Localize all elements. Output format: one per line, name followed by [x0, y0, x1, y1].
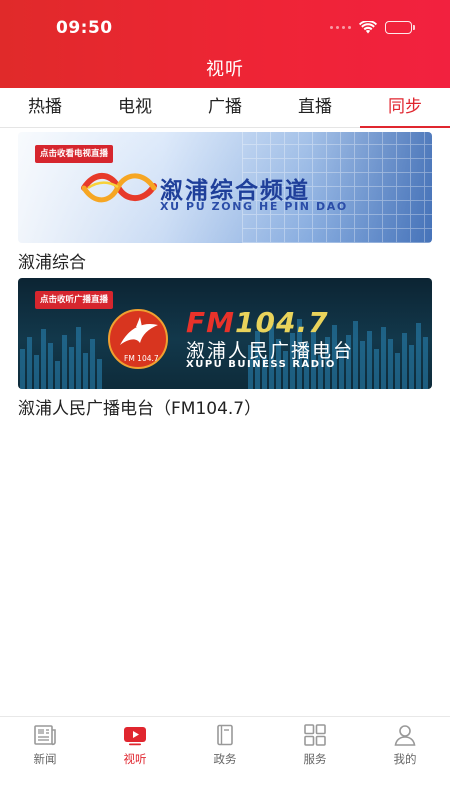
channel-logo-icon — [81, 172, 157, 203]
radio-channel-banner[interactable]: 点击收听广播直播 FM 104.7 FM104.7 溆浦人民广播电台 XUPU … — [18, 278, 432, 389]
status-time: 09:50 — [56, 18, 113, 38]
nav-news[interactable]: 新闻 — [0, 717, 90, 800]
page-title: 视听 — [206, 59, 244, 80]
tab-sync[interactable]: 同步 — [360, 88, 450, 128]
category-tabs: 热播 电视 广播 直播 同步 — [0, 88, 450, 128]
newspaper-icon — [34, 725, 56, 746]
radio-channel-label: 溆浦人民广播电台（FM104.7） — [18, 399, 262, 419]
radio-banner-subtitle: XUPU BUINESS RADIO — [186, 359, 336, 370]
nav-government[interactable]: 政务 — [180, 717, 270, 800]
nav-government-label: 政务 — [213, 752, 237, 766]
tab-live[interactable]: 直播 — [270, 88, 360, 127]
tv-channel-label: 溆浦综合 — [18, 253, 86, 273]
grid-icon — [304, 724, 326, 746]
channel-card-tv[interactable]: 点击收看电视直播 溆浦综合频道 XU PU ZONG HE PIN DAO 溆浦… — [18, 132, 432, 274]
channel-list: 点击收看电视直播 溆浦综合频道 XU PU ZONG HE PIN DAO 溆浦… — [18, 132, 432, 424]
nav-news-label: 新闻 — [33, 752, 57, 766]
status-icons — [330, 21, 415, 34]
tab-radio[interactable]: 广播 — [180, 88, 270, 127]
tv-channel-banner[interactable]: 点击收看电视直播 溆浦综合频道 XU PU ZONG HE PIN DAO — [18, 132, 432, 243]
battery-icon — [385, 21, 415, 34]
app-header: 09:50 视听 — [0, 0, 450, 88]
user-icon — [394, 725, 416, 746]
cellular-signal-icon — [330, 26, 351, 29]
bottom-navigation: 新闻 视听 政务 服务 我的 — [0, 716, 450, 800]
nav-services-label: 服务 — [303, 752, 327, 766]
watch-live-tag: 点击收看电视直播 — [35, 145, 114, 163]
status-bar: 09:50 — [0, 0, 450, 50]
tab-hot[interactable]: 热播 — [0, 88, 90, 127]
channel-card-radio[interactable]: 点击收听广播直播 FM 104.7 FM104.7 溆浦人民广播电台 XUPU … — [18, 278, 432, 420]
play-video-icon — [124, 727, 146, 746]
tv-banner-subtitle: XU PU ZONG HE PIN DAO — [160, 200, 348, 213]
radio-station-logo-icon: FM 104.7 — [108, 309, 168, 369]
wifi-icon — [359, 21, 377, 34]
nav-services[interactable]: 服务 — [270, 717, 360, 800]
nav-audio-video-label: 视听 — [123, 752, 147, 766]
listen-live-tag: 点击收听广播直播 — [35, 291, 114, 309]
book-icon — [217, 724, 233, 746]
fm-frequency: FM104.7 — [186, 306, 329, 339]
nav-audio-video[interactable]: 视听 — [90, 717, 180, 800]
tab-tv[interactable]: 电视 — [90, 88, 180, 127]
nav-profile[interactable]: 我的 — [360, 717, 450, 800]
nav-profile-label: 我的 — [393, 752, 417, 766]
radio-logo-text: FM 104.7 — [124, 354, 159, 363]
